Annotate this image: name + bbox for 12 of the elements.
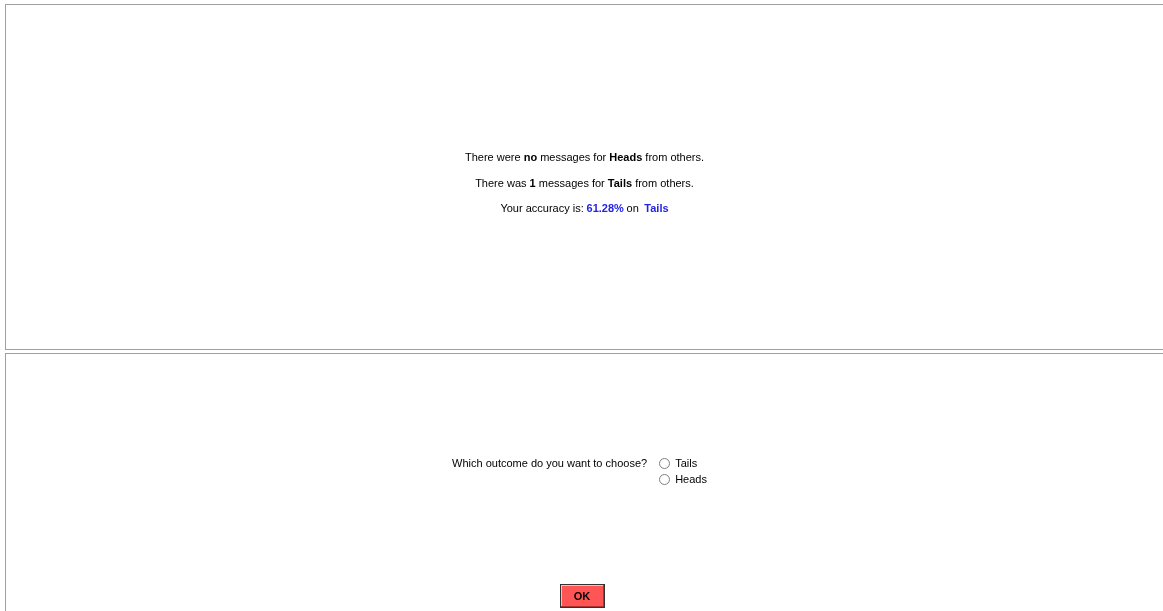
radio-button[interactable]	[659, 457, 671, 469]
connector-text: on	[626, 201, 639, 216]
message-text: There were no messages for Heads from others.	[464, 150, 705, 165]
radio-option[interactable]: Heads	[659, 471, 707, 487]
radio-option[interactable]: Tails	[659, 455, 707, 471]
question-text: Which outcome do you want to choose?	[452, 456, 648, 471]
accuracy-value: 61.28%	[586, 201, 624, 216]
message-text: There was 1 messages for Tails from others.	[475, 175, 694, 191]
radio-button[interactable]	[659, 473, 671, 485]
accuracy-label: Your accuracy is:	[500, 201, 584, 216]
ok-button[interactable]: OK	[559, 584, 605, 608]
outcome-text: Tails	[644, 201, 669, 216]
